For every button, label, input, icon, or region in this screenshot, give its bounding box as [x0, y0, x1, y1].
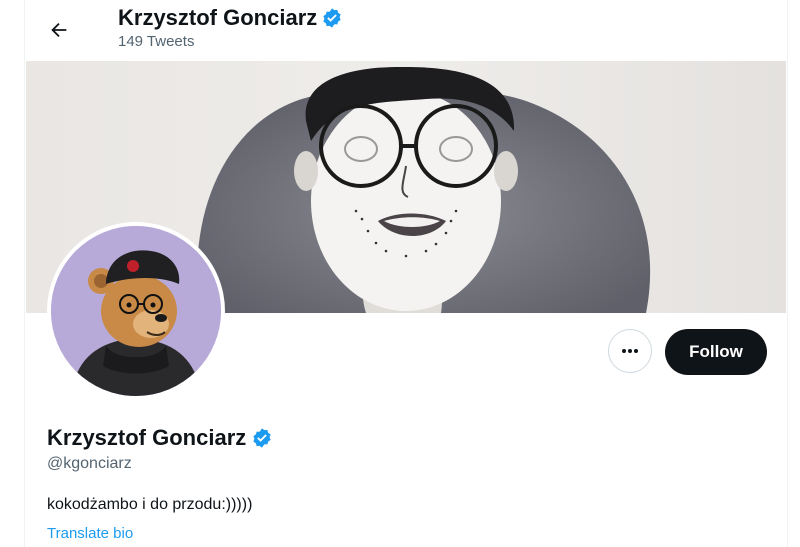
profile-bio: kokodżambo i do przodu:)))))	[47, 496, 253, 513]
header-name-row: Krzysztof Gonciarz	[118, 5, 343, 31]
profile-name-row: Krzysztof Gonciarz	[47, 424, 273, 452]
follow-button[interactable]: Follow	[665, 329, 767, 375]
profile-column: Krzysztof Gonciarz 149 Tweets Follow Krz…	[24, 0, 788, 547]
verified-badge-icon	[253, 428, 271, 448]
more-options-button[interactable]	[608, 329, 652, 373]
more-dots-icon	[622, 349, 638, 353]
translate-bio-link[interactable]: Translate bio	[47, 525, 133, 542]
profile-name: Krzysztof Gonciarz	[47, 425, 247, 450]
top-bar: Krzysztof Gonciarz 149 Tweets	[25, 0, 787, 60]
arrow-left-icon	[51, 22, 67, 38]
verified-badge-icon	[323, 8, 341, 28]
profile-handle: @kgonciarz	[47, 455, 132, 472]
avatar-image	[51, 226, 221, 396]
tweet-count: 149 Tweets	[118, 33, 195, 50]
back-button[interactable]	[39, 10, 79, 50]
header-name: Krzysztof Gonciarz	[118, 5, 318, 30]
avatar	[51, 226, 221, 396]
header-title-block: Krzysztof Gonciarz 149 Tweets	[118, 5, 343, 52]
avatar-container[interactable]	[47, 222, 225, 400]
